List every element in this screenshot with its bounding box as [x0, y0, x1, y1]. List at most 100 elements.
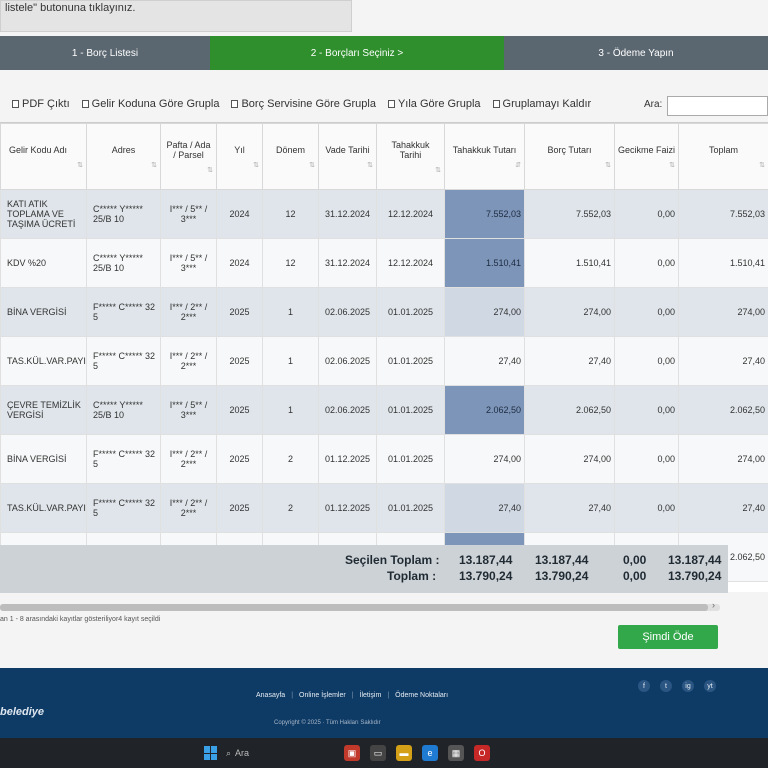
cell-gelir: KATI ATIK TOPLAMA VE TAŞIMA ÜCRETİ: [0, 189, 87, 239]
search-icon: ⌕: [226, 747, 232, 758]
table-row[interactable]: BİNA VERGİSİ F***** C***** 32 5 I*** / 2…: [0, 434, 768, 484]
taskbar-search[interactable]: ⌕ Ara: [226, 744, 336, 762]
pdf-export-label: PDF Çıktı: [22, 98, 70, 110]
cell-toplam: 7.552,03: [678, 189, 768, 239]
pay-now-button[interactable]: Şimdi Öde: [618, 625, 718, 649]
link-divider: |: [387, 692, 390, 699]
task-view-icon[interactable]: ▭: [370, 745, 386, 761]
cell-vade: 01.12.2025: [318, 483, 377, 533]
checkbox-icon: [12, 100, 19, 108]
cell-donem: 1: [262, 287, 319, 337]
header-gecikme[interactable]: Gecikme Faizi ⇅: [614, 123, 679, 190]
pager-info: an 1 - 8 arasındaki kayıtlar gösteriliyo…: [0, 616, 161, 623]
header-toplam[interactable]: Toplam ⇅: [678, 123, 768, 190]
scroll-right-icon[interactable]: ›: [712, 600, 715, 610]
table-row[interactable]: TAS.KÜL.VAR.PAYI F***** C***** 32 5 I***…: [0, 336, 768, 386]
header-borc-tutari[interactable]: Borç Tutarı ⇅: [524, 123, 615, 190]
os-taskbar: ⌕ Ara ▣ ▭ ▬ e ▦ O: [0, 738, 768, 768]
header-adres[interactable]: Adres ⇅: [86, 123, 161, 190]
step-borc-listesi[interactable]: 1 - Borç Listesi: [0, 36, 210, 70]
cell-toplam: 274,00: [678, 434, 768, 484]
instruction-notice: listele" butonuna tıklayınız.: [0, 0, 352, 32]
horizontal-scrollbar[interactable]: [0, 604, 720, 611]
header-vade[interactable]: Vade Tarihi ⇅: [318, 123, 377, 190]
cell-adres: C***** Y***** 25/B 10: [86, 385, 161, 435]
header-pafta-label: Pafta / Ada / Parsel: [166, 139, 211, 160]
table-row[interactable]: KDV %20 C***** Y***** 25/B 10 I*** / 5**…: [0, 238, 768, 288]
header-yil[interactable]: Yıl ⇅: [216, 123, 263, 190]
pdf-export-button[interactable]: PDF Çıktı: [12, 98, 70, 110]
cell-tahakkuk: 01.01.2025: [376, 483, 445, 533]
cell-donem: 1: [262, 336, 319, 386]
group-by-service-button[interactable]: Borç Servisine Göre Grupla: [231, 98, 376, 110]
cell-borc: 2.062,50: [524, 385, 615, 435]
municipality-logo[interactable]: belediye: [0, 706, 44, 718]
header-donem[interactable]: Dönem ⇅: [262, 123, 319, 190]
link-divider: |: [351, 692, 354, 699]
instagram-icon[interactable]: ig: [682, 680, 694, 692]
footer-links: Anasayfa | Online İşlemler | İletişim | …: [256, 692, 448, 699]
logo-brand-text: belediye: [0, 706, 45, 718]
selected-borc: 13.187,44: [535, 553, 589, 567]
youtube-icon[interactable]: yt: [704, 680, 716, 692]
header-gecikme-label: Gecikme Faizi: [618, 144, 676, 155]
sort-icon: ⇅: [253, 161, 259, 169]
edge-browser-icon[interactable]: e: [422, 745, 438, 761]
cell-toplam: 274,00: [678, 287, 768, 337]
header-yil-label: Yıl: [234, 144, 245, 155]
group-by-year-button[interactable]: Yıla Göre Grupla: [387, 98, 481, 110]
cell-borc: 1.510,41: [524, 238, 615, 288]
link-divider: |: [291, 692, 294, 699]
header-donem-label: Dönem: [275, 144, 305, 155]
cell-tahakkuk-tutari: 27,40: [444, 483, 525, 533]
windows-start-icon[interactable]: [204, 746, 218, 760]
wizard-steps: 1 - Borç Listesi 2 - Borçları Seçiniz > …: [0, 36, 768, 70]
search-input[interactable]: [667, 96, 768, 116]
footer-link-iletisim[interactable]: İletişim: [360, 692, 382, 699]
group-by-income-button[interactable]: Gelir Koduna Göre Grupla: [81, 98, 219, 110]
footer-link-anasayfa[interactable]: Anasayfa: [256, 692, 285, 699]
ungroup-button[interactable]: Gruplamayı Kaldır: [492, 98, 591, 110]
table-row[interactable]: TAS.KÜL.VAR.PAYI F***** C***** 32 5 I***…: [0, 483, 768, 533]
facebook-icon[interactable]: f: [638, 680, 650, 692]
table-row[interactable]: BİNA VERGİSİ F***** C***** 32 5 I*** / 2…: [0, 287, 768, 337]
cell-gecikme: 0,00: [614, 189, 679, 239]
header-pafta[interactable]: Pafta / Ada / Parsel ⇅: [160, 123, 217, 190]
cell-donem: 12: [262, 189, 319, 239]
cell-gelir: KDV %20: [0, 238, 87, 288]
twitter-icon[interactable]: t: [660, 680, 672, 692]
cell-yil: 2025: [216, 434, 263, 484]
header-gelir-kodu[interactable]: Gelir Kodu Adı ⇅: [0, 123, 87, 190]
cell-toplam: 2.062,50: [678, 385, 768, 435]
checkbox-icon: [492, 100, 500, 108]
opera-browser-icon[interactable]: O: [474, 745, 490, 761]
cell-gelir: BİNA VERGİSİ: [0, 287, 87, 337]
group-by-year-label: Yıla Göre Grupla: [397, 98, 481, 110]
table-row[interactable]: KATI ATIK TOPLAMA VE TAŞIMA ÜCRETİ C****…: [0, 189, 768, 239]
cell-tahakkuk-tutari: 2.062,50: [444, 385, 525, 435]
total-label: Toplam :: [387, 569, 437, 583]
cell-vade: 02.06.2025: [318, 336, 377, 386]
cell-toplam: 27,40: [678, 336, 768, 386]
sort-icon: ⇅: [207, 166, 213, 174]
taskbar-apps: ▣ ▭ ▬ e ▦ O: [344, 745, 490, 761]
step-odeme-yapin[interactable]: 3 - Ödeme Yapın: [504, 36, 768, 70]
header-tahakkuk[interactable]: Tahakkuk Tarihi ⇅: [376, 123, 445, 190]
cell-gelir: BİNA VERGİSİ: [0, 434, 87, 484]
sort-icon: ⇅: [759, 161, 765, 169]
table-row[interactable]: ÇEVRE TEMİZLİK VERGİSİ C***** Y***** 25/…: [0, 385, 768, 435]
store-icon[interactable]: ▦: [448, 745, 464, 761]
cell-yil: 2024: [216, 189, 263, 239]
footer-link-online-islemler[interactable]: Online İşlemler: [299, 692, 346, 699]
footer-link-odeme-noktalari[interactable]: Ödeme Noktaları: [395, 692, 448, 699]
scrollbar-thumb[interactable]: [0, 604, 708, 611]
header-tahakkuk-tutari[interactable]: Tahakkuk Tutarı ⇵: [444, 123, 525, 190]
file-explorer-icon[interactable]: ▬: [396, 745, 412, 761]
search-label: Ara:: [644, 98, 663, 110]
app-icon[interactable]: ▣: [344, 745, 360, 761]
total-gecikme: 0,00: [623, 569, 647, 583]
step-borclari-seciniz[interactable]: 2 - Borçları Seçiniz >: [210, 36, 504, 70]
cell-gecikme: 0,00: [614, 238, 679, 288]
group-by-service-label: Borç Servisine Göre Grupla: [241, 98, 376, 110]
cell-vade: 01.12.2025: [318, 434, 377, 484]
